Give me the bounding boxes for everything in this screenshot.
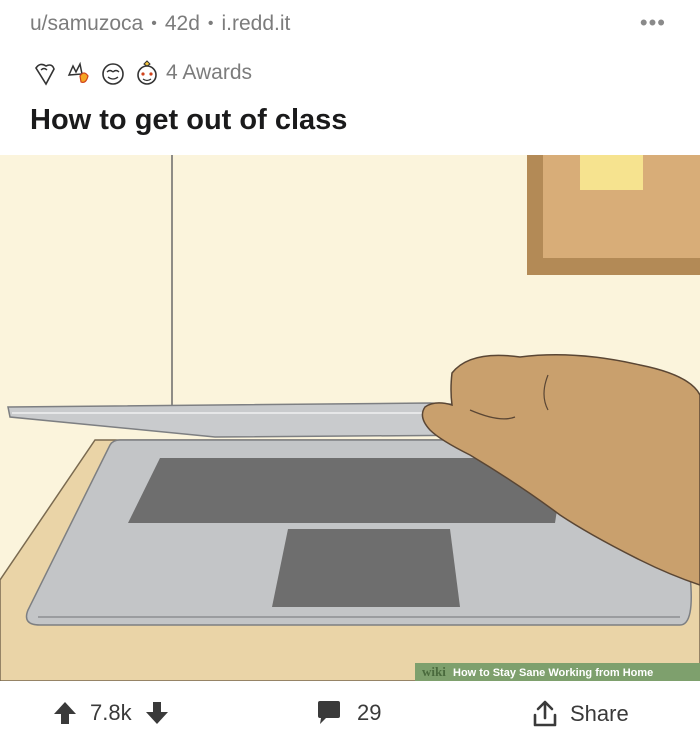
meta-separator: • [207,15,214,32]
award-icon-1 [35,63,55,86]
upvote-arrow-icon[interactable] [52,700,78,726]
comment-count: 29 [357,700,382,725]
domain-link[interactable]: i.redd.it [222,12,291,36]
watermark-text: How to Stay Sane Working from Home [453,667,653,679]
downvote-arrow-icon[interactable] [144,700,170,726]
meta-separator: • [151,15,157,32]
awards-row[interactable]: 4 Awards [30,58,252,88]
watermark-brand: wiki [422,664,446,679]
comments-button[interactable]: 29 [315,700,381,726]
award-icon-3 [102,63,124,85]
share-label: Share [570,701,629,726]
vote-count: 7.8k [90,700,132,725]
post-meta: u/samuzoca • 42d • i.redd.it [30,12,290,36]
more-options-icon[interactable]: ••• [640,10,666,36]
laptop-trackpad [272,529,460,607]
vote-controls: 7.8k [52,700,170,726]
comment-bubble-icon [318,701,340,724]
award-icon-4 [137,60,157,85]
share-button[interactable]: Share [532,700,629,728]
award-icon-2 [67,61,89,83]
post-title[interactable]: How to get out of class [30,104,347,137]
post-image[interactable]: wiki How to Stay Sane Working from Home [0,155,700,681]
post-age: 42d [164,12,200,35]
author-link[interactable]: u/samuzoca [30,12,143,36]
sticky-note [580,155,643,190]
action-bar: 7.8k 29 Share [0,692,700,742]
awards-count: 4 Awards [166,61,252,84]
share-upload-icon [533,700,557,727]
